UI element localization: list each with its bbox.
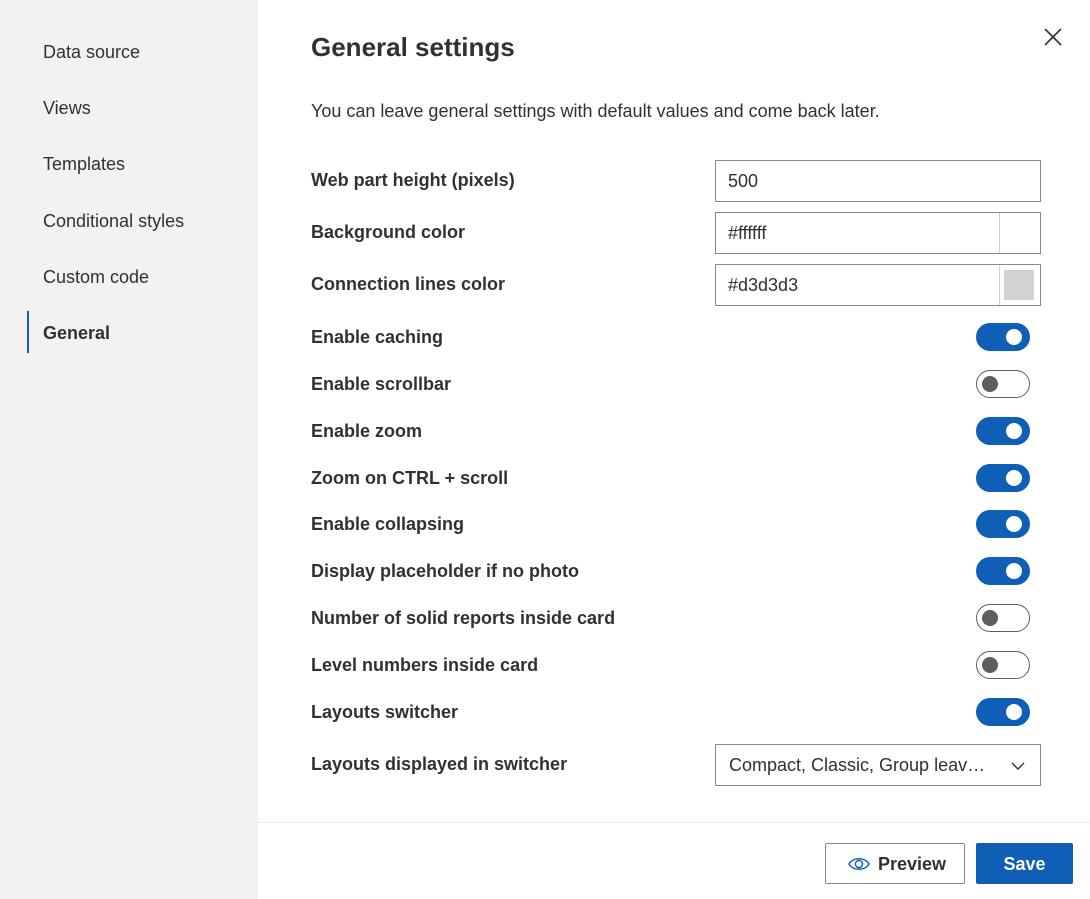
zoom-ctrl-scroll-label: Zoom on CTRL + scroll [311, 468, 509, 488]
height-label: Web part height (pixels) [311, 170, 515, 190]
placeholder-no-photo-toggle[interactable] [976, 557, 1030, 585]
enable-scrollbar-label: Enable scrollbar [311, 374, 452, 394]
height-input[interactable] [715, 160, 1041, 202]
sidebar-item-conditional-styles[interactable]: Conditional styles [43, 211, 184, 232]
background-color-picker[interactable] [999, 213, 1040, 253]
connection-lines-color-input[interactable] [716, 265, 1000, 305]
preview-button[interactable]: Preview [825, 843, 965, 884]
connection-lines-color-picker[interactable] [999, 265, 1040, 305]
save-button[interactable]: Save [976, 843, 1073, 884]
connection-lines-color-field [715, 264, 1041, 306]
settings-sidebar: Data source Views Templates Conditional … [0, 0, 258, 899]
sidebar-item-data-source[interactable]: Data source [43, 42, 140, 63]
settings-panel: General settings You can leave general s… [258, 0, 1090, 899]
enable-collapsing-toggle[interactable] [976, 510, 1030, 538]
eye-icon [848, 855, 870, 873]
connection-lines-color-label: Connection lines color [311, 274, 506, 294]
enable-zoom-label: Enable zoom [311, 421, 423, 441]
toggle-knob [1006, 704, 1022, 720]
layouts-dropdown-value: Compact, Classic, Group leav… [729, 755, 986, 775]
page-description: You can leave general settings with defa… [311, 101, 880, 121]
layouts-displayed-label: Layouts displayed in switcher [311, 754, 568, 774]
background-color-label: Background color [311, 222, 466, 242]
layouts-dropdown[interactable]: Compact, Classic, Group leav… [715, 744, 1041, 786]
sidebar-item-general[interactable]: General [43, 323, 110, 344]
close-icon[interactable] [1041, 25, 1065, 49]
toggle-knob [1006, 516, 1022, 532]
background-color-swatch [1004, 218, 1034, 248]
toggle-knob [1006, 470, 1022, 486]
enable-caching-toggle[interactable] [976, 323, 1030, 351]
page-title: General settings [311, 32, 515, 62]
toggle-knob [1006, 563, 1022, 579]
enable-collapsing-label: Enable collapsing [311, 514, 465, 534]
zoom-ctrl-scroll-toggle[interactable] [976, 464, 1030, 492]
enable-scrollbar-toggle[interactable] [976, 370, 1030, 398]
background-color-input[interactable] [716, 213, 1000, 253]
connection-lines-color-swatch [1004, 270, 1034, 300]
layouts-switcher-label: Layouts switcher [311, 702, 459, 722]
preview-button-label: Preview [878, 854, 947, 874]
level-numbers-toggle[interactable] [976, 651, 1030, 679]
footer-divider [258, 822, 1090, 823]
level-numbers-label: Level numbers inside card [311, 655, 539, 675]
sidebar-item-views[interactable]: Views [43, 98, 91, 119]
layouts-switcher-toggle[interactable] [976, 698, 1030, 726]
active-nav-indicator [27, 311, 29, 353]
toggle-knob [1006, 423, 1022, 439]
toggle-knob [982, 610, 998, 626]
enable-caching-label: Enable caching [311, 327, 444, 347]
chevron-down-icon [1010, 758, 1026, 774]
toggle-knob [982, 376, 998, 392]
placeholder-no-photo-label: Display placeholder if no photo [311, 561, 580, 581]
sidebar-item-custom-code[interactable]: Custom code [43, 267, 149, 288]
solid-reports-label: Number of solid reports inside card [311, 608, 616, 628]
background-color-field [715, 212, 1041, 254]
save-button-label: Save [1003, 854, 1046, 874]
toggle-knob [1006, 329, 1022, 345]
enable-zoom-toggle[interactable] [976, 417, 1030, 445]
sidebar-item-templates[interactable]: Templates [43, 154, 125, 175]
solid-reports-toggle[interactable] [976, 604, 1030, 632]
toggle-knob [982, 657, 998, 673]
